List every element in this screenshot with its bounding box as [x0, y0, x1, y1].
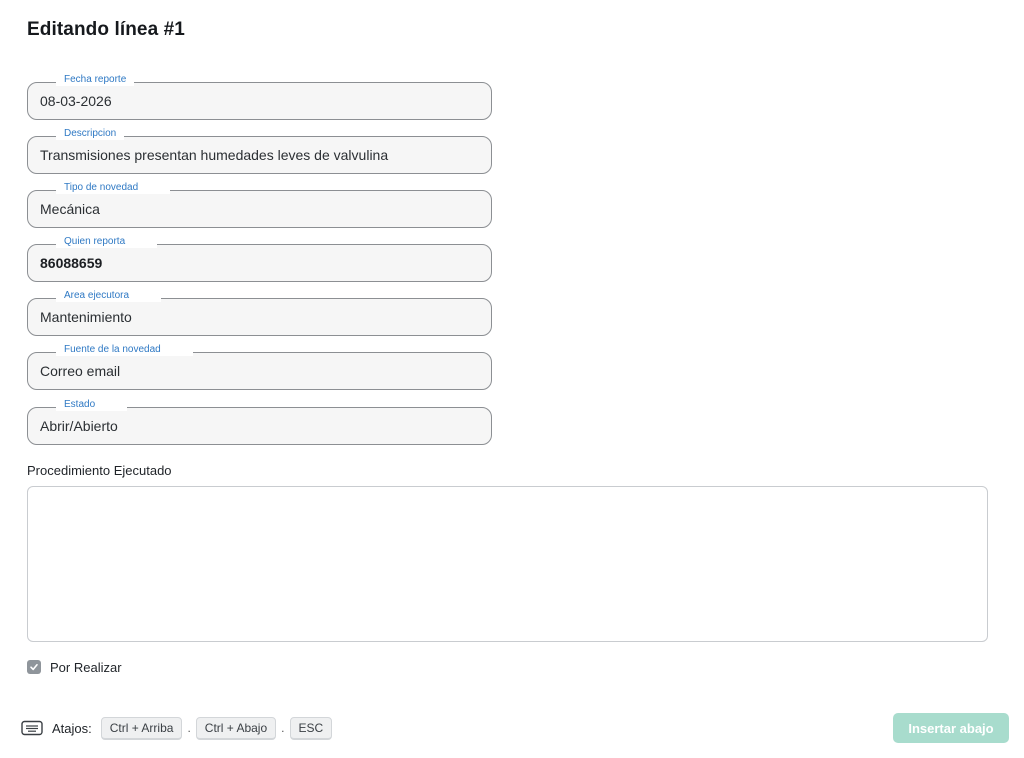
check-icon [30, 663, 38, 671]
keyboard-icon [21, 720, 43, 736]
fecha-reporte-value: 08-03-2026 [40, 93, 112, 109]
shortcut-key-ctrl-down: Ctrl + Abajo [195, 716, 277, 740]
shortcut-separator: . [187, 721, 191, 735]
procedimiento-label: Procedimiento Ejecutado [27, 463, 172, 478]
fuente-novedad-value: Correo email [40, 363, 121, 379]
shortcut-separator: . [281, 721, 285, 735]
fecha-reporte-field[interactable]: Fecha reporte 08-03-2026 [27, 73, 492, 120]
shortcuts-bar: Atajos: Ctrl + Arriba . Ctrl + Abajo . E… [21, 714, 333, 742]
area-ejecutora-field[interactable]: Area ejecutora Mantenimiento [27, 289, 492, 336]
page-title: Editando línea #1 [27, 19, 185, 40]
tipo-novedad-value: Mecánica [40, 201, 100, 217]
por-realizar-checkbox[interactable] [27, 660, 41, 674]
estado-field[interactable]: Estado Abrir/Abierto [27, 398, 492, 445]
shortcut-key-ctrl-up: Ctrl + Arriba [100, 716, 183, 740]
quien-reporta-value: 86088659 [40, 255, 103, 271]
shortcuts-label: Atajos: [52, 720, 92, 736]
insert-below-button[interactable]: Insertar abajo [893, 713, 1009, 743]
tipo-novedad-field[interactable]: Tipo de novedad Mecánica [27, 181, 492, 228]
area-ejecutora-value: Mantenimiento [40, 309, 132, 325]
procedimiento-textarea[interactable] [27, 486, 988, 642]
quien-reporta-field[interactable]: Quien reporta 86088659 [27, 235, 492, 282]
por-realizar-label: Por Realizar [50, 660, 122, 675]
estado-value: Abrir/Abierto [40, 418, 118, 434]
shortcut-key-esc: ESC [289, 716, 333, 740]
descripcion-value: Transmisiones presentan humedades leves … [40, 147, 389, 163]
fuente-novedad-field[interactable]: Fuente de la novedad Correo email [27, 343, 492, 390]
descripcion-field[interactable]: Descripcion Transmisiones presentan hume… [27, 127, 492, 174]
